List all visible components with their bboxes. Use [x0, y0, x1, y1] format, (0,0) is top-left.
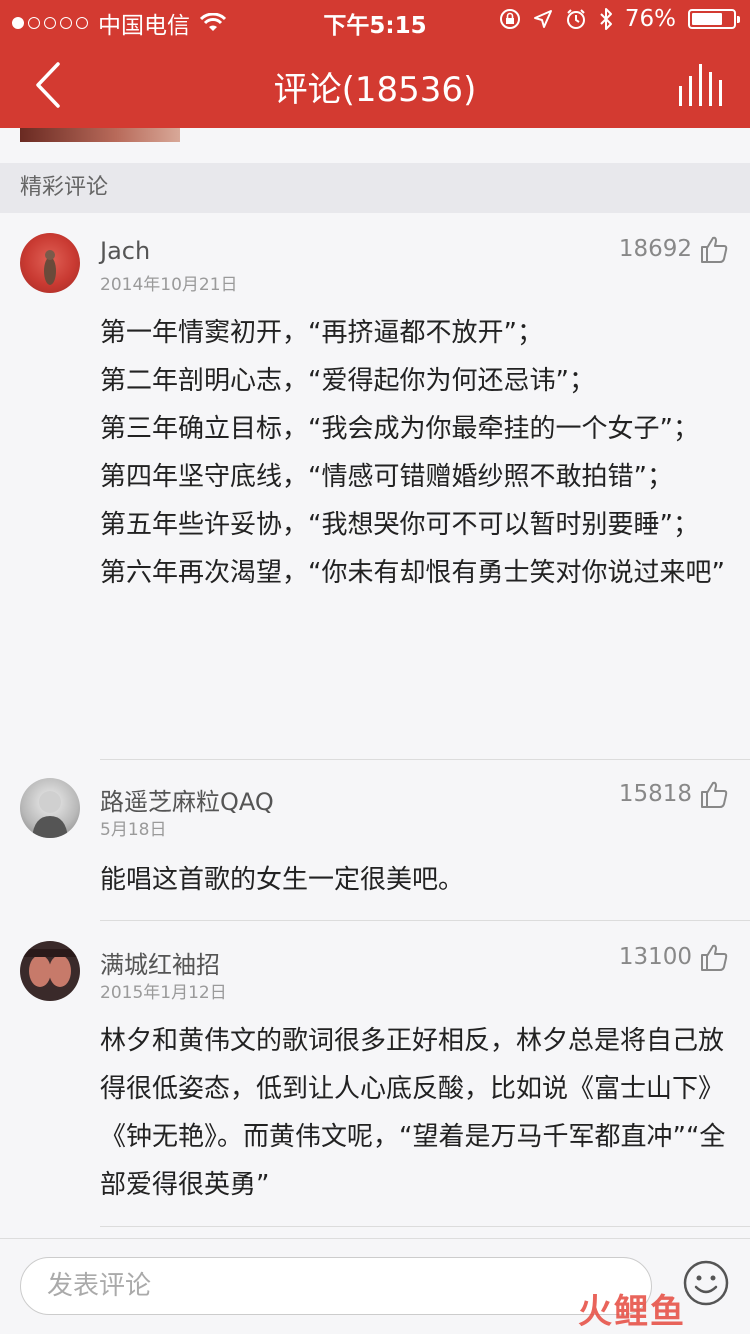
smiley-icon[interactable]	[682, 1259, 730, 1307]
like-count: 13100	[618, 944, 692, 970]
nav-bar: 评论(18536)	[0, 40, 750, 128]
battery-percent: 76%	[624, 6, 676, 32]
avatar[interactable]	[20, 233, 80, 293]
comment-input[interactable]	[20, 1257, 652, 1315]
alarm-icon	[566, 9, 585, 29]
location-icon	[533, 10, 552, 28]
comment-text: 能唱这首歌的女生一定很美吧。	[100, 865, 465, 895]
divider	[100, 1226, 750, 1227]
comment-text: 第一年情窦初开，“再挤逼都不放开”； 第二年剖明心志，“爱得起你为何还忌讳”； …	[100, 318, 725, 588]
battery-icon	[688, 9, 740, 29]
like-count: 18692	[618, 236, 692, 262]
like-button[interactable]: 13100	[619, 941, 730, 973]
bluetooth-icon	[600, 8, 612, 30]
avatar[interactable]	[20, 778, 80, 838]
section-header: 精彩评论	[0, 163, 750, 213]
comment-date: 2015年1月12日	[100, 983, 227, 1003]
comment-item: 满城红袖招 2015年1月12日 13100 林夕和黄伟文的歌词很多正好相反，林…	[0, 921, 750, 1226]
bar-chart-icon[interactable]	[678, 62, 724, 108]
thumbs-up-icon	[701, 236, 728, 263]
comment-date: 2014年10月21日	[100, 275, 238, 295]
page-title: 评论(18536)	[273, 70, 477, 110]
comment-username[interactable]: 路遥芝麻粒QAQ	[100, 782, 274, 817]
like-button[interactable]: 18692	[619, 233, 730, 265]
status-right-group: 76%	[499, 6, 740, 32]
comment-username[interactable]: Jach	[100, 237, 150, 265]
avatar[interactable]	[20, 941, 80, 1001]
comment-item: Jach 2014年10月21日 18692 第一年情窦初开，“再挤逼都不放开”…	[0, 213, 750, 760]
like-button[interactable]: 15818	[619, 778, 730, 810]
status-bar: 中国电信 下午5:15 76%	[0, 0, 750, 40]
thumbs-up-icon	[701, 781, 728, 808]
comment-item: 路遥芝麻粒QAQ 5月18日 15818 能唱这首歌的女生一定很美吧。	[0, 760, 750, 920]
watermark-logo: 火鲤鱼	[578, 1292, 686, 1332]
like-count: 15818	[618, 781, 692, 807]
comment-date: 5月18日	[100, 820, 167, 840]
lock-rotation-icon	[499, 9, 520, 29]
song-cover-thumbnail[interactable]	[20, 128, 180, 142]
thumbs-up-icon	[701, 944, 728, 971]
comment-username[interactable]: 满城红袖招	[100, 945, 220, 980]
comment-text: 林夕和黄伟文的歌词很多正好相反，林夕总是将自己放得很低姿态，低到让人心底反酸，比…	[100, 1026, 726, 1200]
